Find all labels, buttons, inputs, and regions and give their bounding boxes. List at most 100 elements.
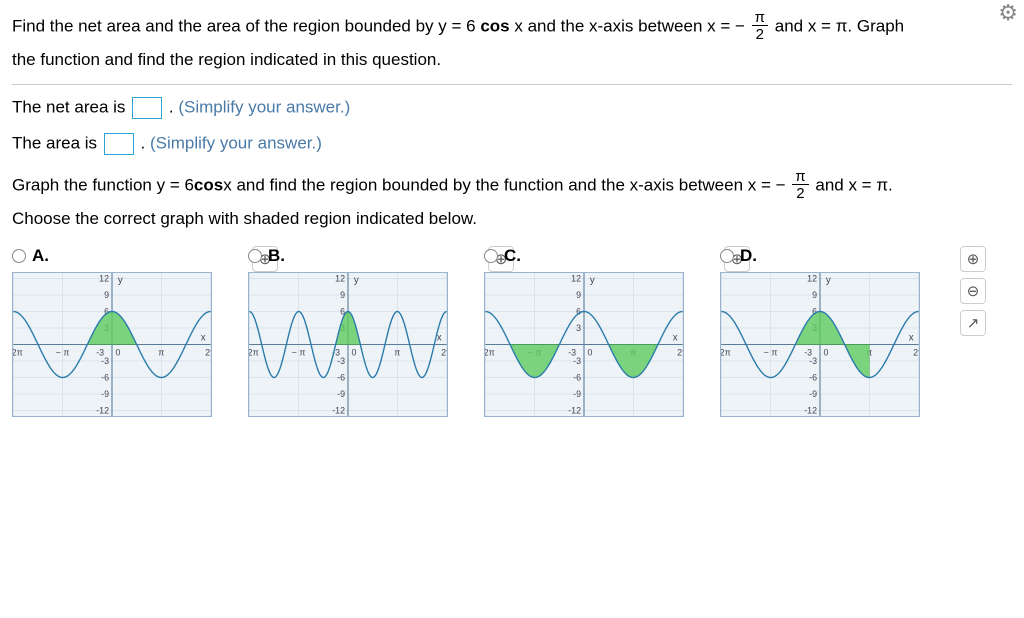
graph-D: 12963-3-6-9-12− 2π− ππ2π-30yx bbox=[720, 272, 920, 417]
question-text: Find the net area and the area of the re… bbox=[12, 10, 1012, 76]
choice-A-label: A. bbox=[32, 246, 49, 266]
graph-A: 12963-3-6-9-12− 2π− ππ2π-30yx bbox=[12, 272, 212, 417]
svg-text:π: π bbox=[158, 347, 164, 357]
svg-text:2π: 2π bbox=[913, 347, 919, 357]
subquestion-text: Graph the function y = 6cosx and find th… bbox=[12, 169, 1012, 235]
area-input[interactable] bbox=[104, 133, 134, 155]
svg-text:− π: − π bbox=[764, 347, 778, 357]
choices-row: A. 12963-3-6-9-12− 2π− ππ2π-30yx ⊕ ⊖ ↗ B… bbox=[12, 246, 1012, 417]
svg-text:9: 9 bbox=[340, 290, 345, 300]
subq-c: and x = π. bbox=[811, 176, 893, 195]
radio-C[interactable] bbox=[484, 249, 498, 263]
svg-text:y: y bbox=[826, 274, 831, 285]
svg-text:-3: -3 bbox=[337, 356, 345, 366]
radio-D[interactable] bbox=[720, 249, 734, 263]
frac-den: 2 bbox=[752, 26, 768, 44]
svg-text:-12: -12 bbox=[568, 405, 581, 415]
svg-text:2π: 2π bbox=[441, 347, 447, 357]
q-text-b: x and the x-axis between x = − bbox=[510, 16, 750, 35]
svg-text:x: x bbox=[673, 332, 678, 343]
svg-text:-9: -9 bbox=[809, 389, 817, 399]
choice-D-label: D. bbox=[740, 246, 757, 266]
subq-line2: Choose the correct graph with shaded reg… bbox=[12, 203, 1012, 235]
svg-text:9: 9 bbox=[812, 290, 817, 300]
radio-A[interactable] bbox=[12, 249, 26, 263]
svg-text:-12: -12 bbox=[332, 405, 345, 415]
q-text-c: and x = π. Graph bbox=[770, 16, 904, 35]
choice-B: B. 12963-3-6-9-12− 2π− ππ2π-30yx ⊕ ⊖ ↗ bbox=[248, 246, 480, 417]
svg-text:x: x bbox=[437, 332, 442, 343]
q-text-a: Find the net area and the area of the re… bbox=[12, 16, 480, 35]
frac-den-2: 2 bbox=[792, 185, 808, 203]
net-area-label: The net area is bbox=[12, 98, 130, 117]
area-hint: (Simplify your answer.) bbox=[150, 134, 322, 153]
svg-text:− 2π: − 2π bbox=[249, 347, 259, 357]
gear-icon[interactable]: ⚙ bbox=[998, 0, 1018, 26]
fraction-pi-2: π2 bbox=[752, 10, 768, 44]
svg-text:-6: -6 bbox=[809, 372, 817, 382]
svg-text:-12: -12 bbox=[804, 405, 817, 415]
svg-text:y: y bbox=[118, 274, 123, 285]
svg-text:9: 9 bbox=[104, 290, 109, 300]
frac-num-2: π bbox=[792, 169, 808, 185]
svg-text:-12: -12 bbox=[96, 405, 109, 415]
svg-text:-3: -3 bbox=[804, 347, 812, 357]
svg-text:2π: 2π bbox=[205, 347, 211, 357]
svg-text:-3: -3 bbox=[568, 347, 576, 357]
svg-text:0: 0 bbox=[115, 347, 120, 357]
area-label: The area is bbox=[12, 134, 102, 153]
svg-text:0: 0 bbox=[823, 347, 828, 357]
popout-icon[interactable]: ↗ bbox=[960, 310, 986, 336]
zoom-out-icon[interactable]: ⊖ bbox=[960, 278, 986, 304]
svg-text:-9: -9 bbox=[337, 389, 345, 399]
svg-text:x: x bbox=[201, 332, 206, 343]
svg-text:-3: -3 bbox=[101, 356, 109, 366]
svg-text:3: 3 bbox=[576, 323, 581, 333]
choice-C-label: C. bbox=[504, 246, 521, 266]
svg-text:-3: -3 bbox=[96, 347, 104, 357]
svg-text:12: 12 bbox=[99, 273, 109, 283]
svg-text:12: 12 bbox=[807, 273, 817, 283]
svg-text:− π: − π bbox=[56, 347, 70, 357]
svg-text:12: 12 bbox=[571, 273, 581, 283]
choice-C: C. 12963-3-6-9-12− 2π− ππ2π-30yx ⊕ ⊖ ↗ bbox=[484, 246, 716, 417]
area-post: . bbox=[141, 134, 150, 153]
svg-text:0: 0 bbox=[351, 347, 356, 357]
svg-text:y: y bbox=[590, 274, 595, 285]
zoom-in-icon[interactable]: ⊕ bbox=[960, 246, 986, 272]
divider bbox=[12, 84, 1012, 85]
svg-text:9: 9 bbox=[576, 290, 581, 300]
svg-text:− 2π: − 2π bbox=[13, 347, 23, 357]
svg-text:− 2π: − 2π bbox=[721, 347, 731, 357]
fraction-pi-2-b: π2 bbox=[792, 169, 808, 203]
choice-D: D. 12963-3-6-9-12− 2π− ππ2π-30yx ⊕ ⊖ ↗ bbox=[720, 246, 952, 417]
area-row: The area is . (Simplify your answer.) bbox=[12, 133, 1012, 155]
svg-text:2π: 2π bbox=[677, 347, 683, 357]
net-area-row: The net area is . (Simplify your answer.… bbox=[12, 97, 1012, 119]
svg-text:-9: -9 bbox=[573, 389, 581, 399]
subq-a: Graph the function y = 6 bbox=[12, 176, 194, 195]
choice-A: A. 12963-3-6-9-12− 2π− ππ2π-30yx ⊕ ⊖ ↗ bbox=[12, 246, 244, 417]
q-line2: the function and find the region indicat… bbox=[12, 44, 1012, 76]
net-area-hint: (Simplify your answer.) bbox=[178, 98, 350, 117]
net-area-input[interactable] bbox=[132, 97, 162, 119]
svg-text:π: π bbox=[394, 347, 400, 357]
svg-text:-3: -3 bbox=[573, 356, 581, 366]
choice-B-label: B. bbox=[268, 246, 285, 266]
cos-bold-2: cos bbox=[194, 176, 223, 195]
svg-text:-9: -9 bbox=[101, 389, 109, 399]
svg-text:x: x bbox=[909, 332, 914, 343]
svg-text:− 2π: − 2π bbox=[485, 347, 495, 357]
frac-num: π bbox=[752, 10, 768, 26]
svg-text:-6: -6 bbox=[573, 372, 581, 382]
svg-text:y: y bbox=[354, 274, 359, 285]
svg-text:12: 12 bbox=[335, 273, 345, 283]
svg-text:-3: -3 bbox=[809, 356, 817, 366]
radio-B[interactable] bbox=[248, 249, 262, 263]
cos-bold: cos bbox=[480, 16, 509, 35]
svg-text:− π: − π bbox=[292, 347, 306, 357]
svg-text:-6: -6 bbox=[101, 372, 109, 382]
graph-C: 12963-3-6-9-12− 2π− ππ2π-30yx bbox=[484, 272, 684, 417]
net-post: . bbox=[169, 98, 178, 117]
subq-b: x and find the region bounded by the fun… bbox=[223, 176, 790, 195]
